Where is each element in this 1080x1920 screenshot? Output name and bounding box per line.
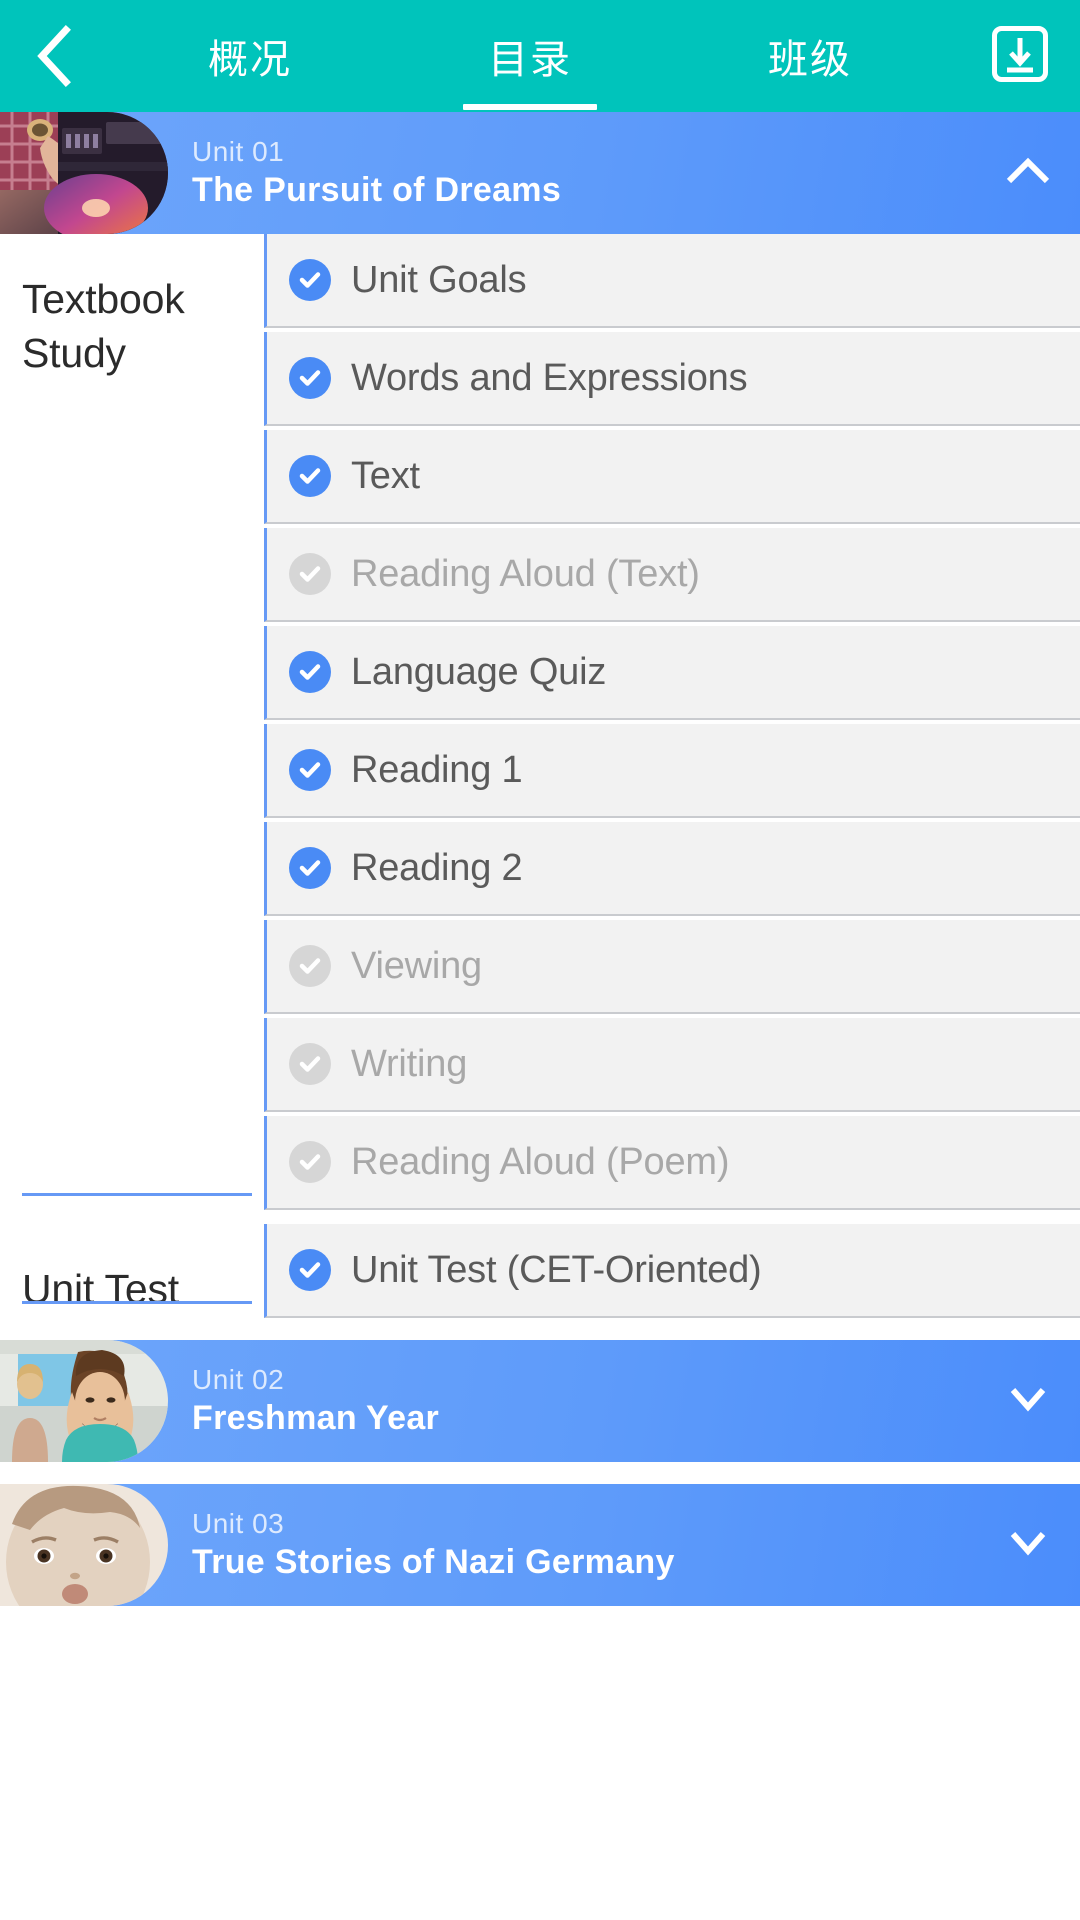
section-underline (22, 1193, 252, 1196)
unit-text-02: Unit 02 Freshman Year (192, 1363, 440, 1437)
list-item[interactable]: Unit Test (CET-Oriented) (264, 1224, 1080, 1318)
chevron-up-icon (1005, 156, 1051, 191)
check-circle-icon (289, 357, 331, 399)
check-circle-icon (289, 945, 331, 987)
check-circle-icon (289, 259, 331, 301)
tab-class-label: 班级 (768, 38, 852, 82)
list-item[interactable]: Reading Aloud (Poem) (264, 1116, 1080, 1210)
chevron-left-icon (32, 24, 78, 88)
list-item-label: Reading 1 (351, 748, 523, 791)
chevron-down-icon (1009, 1385, 1047, 1418)
unit-thumbnail-01 (0, 112, 168, 234)
section-unit-test: Unit Test Unit Test (CET-Oriented) (0, 1224, 1080, 1318)
unit-expand-toggle-03[interactable] (1002, 1519, 1054, 1571)
check-circle-icon (289, 553, 331, 595)
unit-title-02: Freshman Year (192, 1398, 440, 1437)
unit-title-01: The Pursuit of Dreams (192, 170, 562, 209)
unit-text-01: Unit 01 The Pursuit of Dreams (192, 135, 562, 209)
check-circle-icon (289, 1249, 331, 1291)
section-title-textbook-study: Textbook Study (22, 276, 185, 377)
list-item[interactable]: Words and Expressions (264, 332, 1080, 426)
check-circle-icon (289, 455, 331, 497)
unit-thumbnail-02 (0, 1340, 168, 1462)
tab-overview-label: 概况 (208, 38, 292, 82)
section-spacer (0, 1210, 1080, 1224)
list-item-label: Language Quiz (351, 650, 607, 693)
check-circle-icon (289, 1141, 331, 1183)
list-item[interactable]: Language Quiz (264, 626, 1080, 720)
list-item-label: Reading Aloud (Text) (351, 552, 700, 595)
download-button[interactable] (960, 0, 1080, 112)
tab-class[interactable]: 班级 (732, 0, 888, 112)
list-item-label: Words and Expressions (351, 356, 748, 399)
unit-thumbnail-03 (0, 1484, 168, 1606)
unit-collapse-toggle-01[interactable] (1002, 147, 1054, 199)
tab-bar: 概况 目录 班级 (110, 0, 960, 112)
section-underline (22, 1301, 252, 1304)
list-item[interactable]: Reading Aloud (Text) (264, 528, 1080, 622)
unit-number-03: Unit 03 (192, 1507, 285, 1539)
unit-number-02: Unit 02 (192, 1363, 285, 1395)
check-circle-icon (289, 1043, 331, 1085)
list-item[interactable]: Text (264, 430, 1080, 524)
tab-catalog-label: 目录 (488, 38, 572, 82)
unit-expand-toggle-02[interactable] (1002, 1375, 1054, 1427)
list-item[interactable]: Viewing (264, 920, 1080, 1014)
tab-overview[interactable]: 概况 (172, 0, 328, 112)
list-item[interactable]: Reading 1 (264, 724, 1080, 818)
unit-header-03[interactable]: Unit 03 True Stories of Nazi Germany (0, 1484, 1080, 1606)
list-item[interactable]: Writing (264, 1018, 1080, 1112)
top-navigation-bar: 概况 目录 班级 (0, 0, 1080, 112)
unit-title-03: True Stories of Nazi Germany (192, 1542, 675, 1581)
section-label-col-textbook-study: Textbook Study (0, 234, 264, 1210)
list-item[interactable]: Reading 2 (264, 822, 1080, 916)
list-item-label: Unit Test (CET-Oriented) (351, 1248, 762, 1291)
chevron-down-icon (1009, 1529, 1047, 1562)
list-item-label: Reading 2 (351, 846, 523, 889)
check-circle-icon (289, 749, 331, 791)
unit-text-03: Unit 03 True Stories of Nazi Germany (192, 1507, 675, 1581)
unit-header-01[interactable]: Unit 01 The Pursuit of Dreams (0, 112, 1080, 234)
unit-content-01: Textbook Study Unit Goals Words and Expr… (0, 234, 1080, 1318)
back-button[interactable] (0, 0, 110, 112)
list-item[interactable]: Unit Goals (264, 234, 1080, 328)
active-tab-indicator (463, 104, 597, 110)
unit-number-01: Unit 01 (192, 135, 285, 167)
download-icon (991, 25, 1049, 88)
check-circle-icon (289, 847, 331, 889)
list-item-label: Unit Goals (351, 258, 527, 301)
list-item-label: Text (351, 454, 420, 497)
check-circle-icon (289, 651, 331, 693)
list-item-label: Reading Aloud (Poem) (351, 1140, 730, 1183)
item-list-unit-test: Unit Test (CET-Oriented) (264, 1224, 1080, 1318)
item-list-textbook-study: Unit Goals Words and Expressions Text Re… (264, 234, 1080, 1210)
unit-spacer (0, 1318, 1080, 1340)
list-item-label: Viewing (351, 944, 482, 987)
unit-spacer (0, 1462, 1080, 1484)
unit-header-02[interactable]: Unit 02 Freshman Year (0, 1340, 1080, 1462)
section-textbook-study: Textbook Study Unit Goals Words and Expr… (0, 234, 1080, 1210)
tab-catalog[interactable]: 目录 (452, 0, 608, 112)
section-title-unit-test: Unit Test (22, 1266, 179, 1312)
section-label-col-unit-test: Unit Test (0, 1224, 264, 1318)
list-item-label: Writing (351, 1042, 468, 1085)
